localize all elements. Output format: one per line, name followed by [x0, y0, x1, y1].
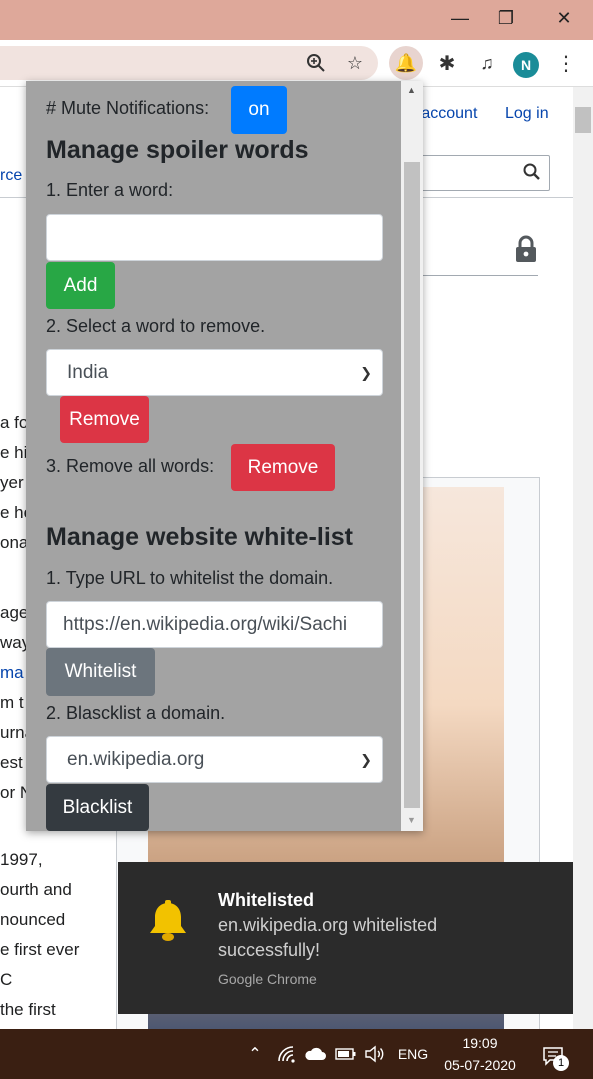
- menu-kebab-icon[interactable]: ⋮: [553, 48, 579, 78]
- blacklist-selected-value: en.wikipedia.org: [67, 748, 205, 770]
- notification-message-line1: en.wikipedia.org whitelisted: [218, 915, 438, 935]
- scroll-up-arrow-icon[interactable]: ▲: [407, 85, 416, 95]
- left-tab-fragment: rce: [0, 167, 23, 184]
- mute-toggle-button[interactable]: on: [231, 86, 287, 134]
- body-text-line: age: [0, 603, 29, 622]
- blacklist-label: 2. Blasck​list a domain.: [46, 703, 226, 723]
- notification-title: Whitelisted: [218, 890, 315, 910]
- zoom-icon[interactable]: [303, 50, 329, 76]
- windows-notification[interactable]: Whitelisted en.wikipedia.org whitelisted…: [118, 862, 573, 1014]
- body-text-line: ona: [0, 533, 29, 552]
- onedrive-cloud-icon[interactable]: [302, 1041, 328, 1067]
- select-remove-label: 2. Select a word to remove.: [46, 316, 266, 336]
- body-text-line: ourth and: [0, 880, 72, 899]
- bookmark-star-icon[interactable]: ☆: [342, 50, 368, 76]
- popup-scroll-thumb[interactable]: [404, 162, 420, 808]
- media-queue-icon[interactable]: ♫: [472, 48, 502, 78]
- minimize-button[interactable]: —: [437, 0, 483, 36]
- close-window-button[interactable]: ✕: [541, 0, 587, 36]
- body-text-line: e hi: [0, 443, 28, 462]
- body-text-line: yer: [0, 473, 24, 492]
- clock-date[interactable]: 05-07-2020: [440, 1055, 520, 1075]
- browser-toolbar: ☆ 🔔 ✱ ♫ ⋮: [0, 40, 593, 87]
- blacklist-domain-select[interactable]: en.wikipedia.org ❯: [46, 736, 383, 783]
- bell-icon: [144, 898, 192, 951]
- body-link-line[interactable]: ma: [0, 658, 24, 688]
- notification-source: Google Chrome: [218, 971, 317, 987]
- mute-notifications-label: # Mute Notifications:: [46, 98, 210, 118]
- body-text-line: 1997,: [0, 850, 43, 869]
- clock-time[interactable]: 19:09: [440, 1033, 520, 1053]
- search-icon[interactable]: [523, 163, 541, 186]
- battery-icon[interactable]: [333, 1041, 359, 1067]
- remove-all-label: 3. Remove all words:: [46, 456, 215, 476]
- whitelist-url-input[interactable]: https://en.wikipedia.org/wiki/Sachi: [46, 601, 383, 648]
- page-scroll-thumb[interactable]: [575, 107, 591, 133]
- blacklist-button[interactable]: Blacklist: [46, 784, 149, 831]
- wifi-icon[interactable]: [274, 1041, 300, 1067]
- puzzle-extensions-icon[interactable]: ✱: [432, 48, 462, 78]
- spoiler-heading: Manage spoiler words: [46, 136, 309, 164]
- page-scrollbar[interactable]: [573, 87, 593, 1029]
- scroll-down-arrow-icon[interactable]: ▼: [407, 815, 416, 825]
- language-indicator[interactable]: ENG: [394, 1041, 432, 1067]
- chevron-up-icon[interactable]: ⌃: [243, 1041, 267, 1067]
- notification-count-badge: 1: [553, 1055, 569, 1071]
- word-input[interactable]: [46, 214, 383, 261]
- profile-avatar[interactable]: N: [513, 52, 539, 78]
- body-text-line: nounced: [0, 910, 66, 929]
- remove-all-button[interactable]: Remove: [231, 444, 335, 491]
- chevron-down-icon: ❯: [360, 751, 372, 767]
- windows-taskbar: ⌃ ENG 19:09 05-07-2020 1: [0, 1029, 593, 1079]
- body-text-line: est: [0, 753, 23, 772]
- remove-word-select[interactable]: India ❯: [46, 349, 383, 396]
- body-text-line: C: [0, 970, 13, 989]
- body-text-line: the first: [0, 1000, 56, 1019]
- log-in-link[interactable]: Log in: [505, 105, 549, 123]
- body-text-line: m t: [0, 693, 24, 712]
- whitelist-url-label: 1. Type URL to whitelist the domain.: [46, 568, 334, 588]
- body-text-line: e first ever: [0, 940, 80, 959]
- restore-button[interactable]: ❐: [483, 0, 529, 36]
- enter-word-label: 1. Enter a word:: [46, 180, 174, 200]
- chevron-down-icon: ❯: [360, 364, 372, 380]
- title-underline: [420, 275, 538, 276]
- body-text-line: a fo: [0, 413, 29, 432]
- lock-icon: [514, 235, 538, 268]
- remove-word-selected-value: India: [67, 361, 109, 383]
- extension-popup: # Mute Notifications: on Manage spoiler …: [26, 81, 423, 831]
- whitelist-button[interactable]: Whitelist: [46, 648, 155, 696]
- browser-title-bar: — ❐ ✕: [0, 0, 593, 40]
- volume-icon[interactable]: [362, 1041, 388, 1067]
- remove-word-button[interactable]: Remove: [60, 396, 149, 443]
- extension-bell-icon[interactable]: 🔔: [389, 46, 423, 80]
- add-word-button[interactable]: Add: [46, 262, 115, 309]
- notification-message-line2: successfully!: [218, 940, 321, 960]
- whitelist-heading: Manage website white-list: [46, 523, 354, 551]
